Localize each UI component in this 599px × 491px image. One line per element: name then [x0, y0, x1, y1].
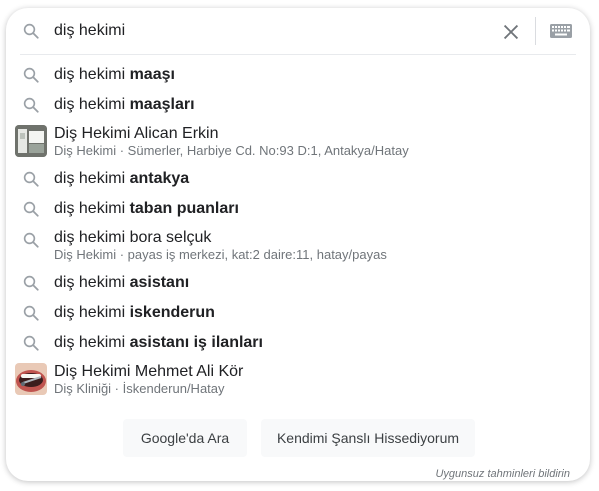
place-details: Diş Kliniği · İskenderun/Hatay: [54, 381, 225, 396]
search-icon: [23, 275, 39, 291]
suggestion-text: diş hekimi maaşları: [54, 96, 195, 113]
suggestion-text: diş hekimi iskenderun: [54, 304, 215, 321]
search-icon: [23, 305, 39, 321]
place-name: Diş Hekimi Alican Erkin: [54, 125, 219, 142]
place-name: Diş Hekimi Mehmet Ali Kör: [54, 363, 244, 380]
suggestion-item[interactable]: diş hekimi bora selçuk Diş Hekimi · paya…: [6, 225, 590, 265]
search-icon: [23, 201, 39, 217]
report-predictions-link[interactable]: Uygunsuz tahminleri bildirin: [435, 468, 570, 480]
search-icon: [23, 97, 39, 113]
search-bar[interactable]: diş hekimi: [6, 8, 590, 54]
suggestion-details: Diş Hekimi · payas iş merkezi, kat:2 dai…: [54, 247, 387, 262]
suggestion-text: diş hekimi antakya: [54, 170, 190, 187]
place-details: Diş Hekimi · Sümerler, Harbiye Cd. No:93…: [54, 143, 409, 158]
autocomplete-dropdown: diş hekimi diş hekimi maaşı diş hekimi m…: [6, 8, 590, 481]
suggestion-text: diş hekimi taban puanları: [54, 200, 239, 217]
search-divider: [20, 54, 576, 55]
suggestion-item[interactable]: diş hekimi asistanı: [6, 269, 590, 297]
keyboard-icon[interactable]: [550, 24, 572, 38]
suggestion-item[interactable]: diş hekimi iskenderun: [6, 299, 590, 327]
im-feeling-lucky-button[interactable]: Kendimi Şanslı Hissediyorum: [261, 419, 475, 457]
place-suggestion-item[interactable]: Diş Hekimi Alican Erkin Diş Hekimi · Süm…: [6, 121, 590, 161]
search-icon: [23, 171, 39, 187]
divider: [535, 17, 536, 45]
suggestion-text: diş hekimi bora selçuk: [54, 229, 212, 246]
suggestion-item[interactable]: diş hekimi antakya: [6, 165, 590, 193]
suggestion-item[interactable]: diş hekimi maaşları: [6, 91, 590, 119]
search-icon: [23, 232, 39, 248]
search-input[interactable]: diş hekimi: [54, 21, 125, 41]
search-icon: [23, 335, 39, 351]
place-thumbnail: [15, 125, 47, 157]
suggestion-text: diş hekimi asistanı iş ilanları: [54, 334, 263, 351]
suggestion-text: diş hekimi maaşı: [54, 66, 175, 83]
place-thumbnail: [15, 363, 47, 395]
place-suggestion-item[interactable]: Diş Hekimi Mehmet Ali Kör Diş Kliniği · …: [6, 359, 590, 399]
close-icon[interactable]: [500, 21, 522, 43]
suggestion-text: diş hekimi asistanı: [54, 274, 190, 291]
suggestion-item[interactable]: diş hekimi asistanı iş ilanları: [6, 329, 590, 357]
search-icon: [23, 23, 39, 39]
search-icon: [23, 67, 39, 83]
suggestion-item[interactable]: diş hekimi taban puanları: [6, 195, 590, 223]
suggestion-item[interactable]: diş hekimi maaşı: [6, 61, 590, 89]
google-search-button[interactable]: Google'da Ara: [123, 419, 247, 457]
